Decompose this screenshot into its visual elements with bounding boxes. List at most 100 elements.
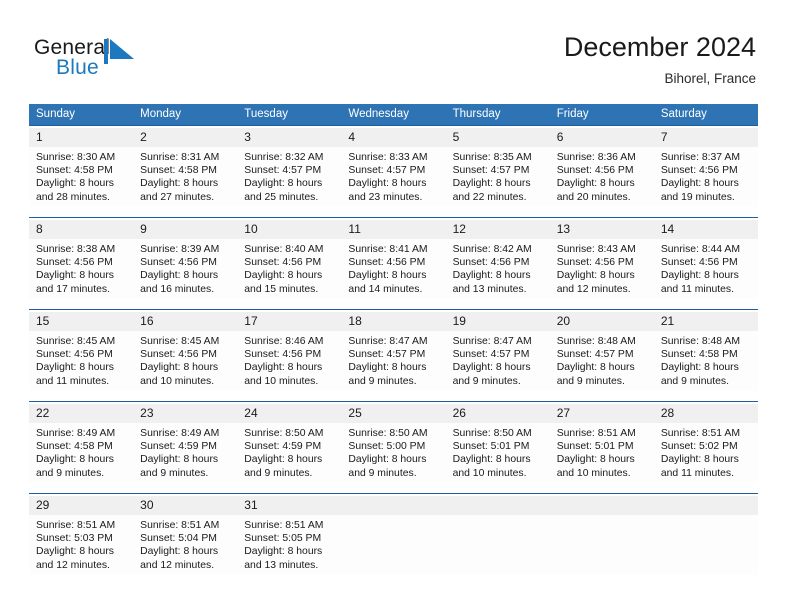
day-detail-row: Sunrise: 8:45 AM Sunset: 4:56 PM Daylight:…: [29, 330, 758, 391]
day-cell: [653, 514, 758, 575]
day-cell[interactable]: Sunrise: 8:45 AM Sunset: 4:56 PM Daylight:…: [29, 330, 134, 391]
day-cell[interactable]: Sunrise: 8:43 AM Sunset: 4:56 PM Daylight:…: [549, 238, 654, 299]
day-number[interactable]: 31: [237, 495, 342, 515]
day-daylight-line2-text: and 20 minutes.: [556, 191, 631, 203]
weekday-header-wednesday: Wednesday: [341, 104, 446, 125]
day-cell[interactable]: Sunrise: 8:40 AM Sunset: 4:56 PM Daylight:…: [237, 238, 342, 299]
day-sunrise-text: Sunrise: 8:50 AM: [348, 427, 428, 439]
day-number[interactable]: 4: [341, 127, 446, 147]
day-number[interactable]: 21: [653, 311, 758, 331]
day-sunset-text: Sunset: 4:56 PM: [140, 348, 217, 360]
day-number[interactable]: 10: [237, 219, 342, 239]
day-cell[interactable]: Sunrise: 8:47 AM Sunset: 4:57 PM Daylight:…: [445, 330, 550, 391]
day-number[interactable]: 23: [133, 403, 238, 423]
day-number[interactable]: 3: [237, 127, 342, 147]
day-number[interactable]: 15: [29, 311, 134, 331]
day-sunrise-text: Sunrise: 8:30 AM: [36, 151, 116, 163]
day-cell[interactable]: Sunrise: 8:36 AM Sunset: 4:56 PM Daylight:…: [549, 146, 654, 207]
day-number[interactable]: 16: [133, 311, 238, 331]
day-cell[interactable]: Sunrise: 8:51 AM Sunset: 5:04 PM Daylight:…: [133, 514, 238, 575]
day-number[interactable]: 14: [653, 219, 758, 239]
day-cell[interactable]: Sunrise: 8:39 AM Sunset: 4:56 PM Daylight:…: [133, 238, 238, 299]
day-daylight-line2-text: and 9 minutes.: [452, 375, 521, 387]
day-number[interactable]: 12: [445, 219, 550, 239]
day-number-row: 8 9 10 11 12 13 14: [29, 219, 758, 239]
day-cell[interactable]: Sunrise: 8:51 AM Sunset: 5:02 PM Daylight:…: [653, 422, 758, 483]
day-number[interactable]: 25: [341, 403, 446, 423]
day-number[interactable]: 13: [549, 219, 654, 239]
day-number[interactable]: 22: [29, 403, 134, 423]
day-sunset-text: Sunset: 4:58 PM: [36, 440, 113, 452]
day-cell[interactable]: Sunrise: 8:44 AM Sunset: 4:56 PM Daylight:…: [653, 238, 758, 299]
day-number[interactable]: 18: [341, 311, 446, 331]
day-cell[interactable]: Sunrise: 8:49 AM Sunset: 4:59 PM Daylight:…: [133, 422, 238, 483]
day-daylight-line1-text: Daylight: 8 hours: [348, 362, 427, 374]
day-cell[interactable]: Sunrise: 8:48 AM Sunset: 4:57 PM Daylight:…: [549, 330, 654, 391]
day-number[interactable]: 29: [29, 495, 134, 515]
day-number[interactable]: 28: [653, 403, 758, 423]
day-daylight-line1-text: Daylight: 8 hours: [244, 178, 323, 190]
day-cell[interactable]: Sunrise: 8:45 AM Sunset: 4:56 PM Daylight:…: [133, 330, 238, 391]
day-number[interactable]: 7: [653, 127, 758, 147]
day-number: [549, 495, 654, 515]
day-number[interactable]: 27: [549, 403, 654, 423]
day-daylight-line2-text: and 10 minutes.: [244, 375, 319, 387]
day-sunset-text: Sunset: 4:58 PM: [140, 164, 217, 176]
day-cell[interactable]: Sunrise: 8:30 AM Sunset: 4:58 PM Daylight:…: [29, 146, 134, 207]
day-cell[interactable]: Sunrise: 8:50 AM Sunset: 5:00 PM Daylight:…: [341, 422, 446, 483]
day-cell[interactable]: Sunrise: 8:41 AM Sunset: 4:56 PM Daylight:…: [341, 238, 446, 299]
day-cell[interactable]: Sunrise: 8:48 AM Sunset: 4:58 PM Daylight:…: [653, 330, 758, 391]
day-cell[interactable]: Sunrise: 8:38 AM Sunset: 4:56 PM Daylight:…: [29, 238, 134, 299]
day-sunrise-text: Sunrise: 8:51 AM: [140, 519, 220, 531]
day-sunset-text: Sunset: 4:56 PM: [244, 256, 322, 268]
day-sunset-text: Sunset: 4:56 PM: [36, 256, 113, 268]
day-number[interactable]: 19: [445, 311, 550, 331]
day-cell[interactable]: Sunrise: 8:51 AM Sunset: 5:05 PM Daylight:…: [237, 514, 342, 575]
day-sunrise-text: Sunrise: 8:51 AM: [244, 519, 324, 531]
day-cell[interactable]: Sunrise: 8:47 AM Sunset: 4:57 PM Daylight:…: [341, 330, 446, 391]
day-cell[interactable]: Sunrise: 8:51 AM Sunset: 5:01 PM Daylight:…: [549, 422, 654, 483]
day-daylight-line1-text: Daylight: 8 hours: [660, 270, 739, 282]
day-daylight-line1-text: Daylight: 8 hours: [140, 454, 219, 466]
day-number[interactable]: 9: [133, 219, 238, 239]
day-daylight-line1-text: Daylight: 8 hours: [36, 546, 114, 558]
day-number-row: 22 23 24 25 26 27 28: [29, 403, 758, 423]
day-sunrise-text: Sunrise: 8:48 AM: [660, 335, 740, 347]
day-sunset-text: Sunset: 4:56 PM: [660, 256, 738, 268]
day-number[interactable]: 8: [29, 219, 134, 239]
day-daylight-line2-text: and 9 minutes.: [348, 375, 417, 387]
day-cell[interactable]: Sunrise: 8:35 AM Sunset: 4:57 PM Daylight:…: [445, 146, 550, 207]
day-daylight-line1-text: Daylight: 8 hours: [140, 178, 219, 190]
brand-logo[interactable]: General Blue: [34, 36, 274, 88]
day-daylight-line1-text: Daylight: 8 hours: [556, 362, 635, 374]
day-number[interactable]: 11: [341, 219, 446, 239]
day-sunrise-text: Sunrise: 8:50 AM: [452, 427, 532, 439]
day-cell[interactable]: Sunrise: 8:46 AM Sunset: 4:56 PM Daylight:…: [237, 330, 342, 391]
day-number[interactable]: 24: [237, 403, 342, 423]
day-cell[interactable]: Sunrise: 8:33 AM Sunset: 4:57 PM Daylight:…: [341, 146, 446, 207]
day-cell[interactable]: Sunrise: 8:50 AM Sunset: 4:59 PM Daylight:…: [237, 422, 342, 483]
day-cell[interactable]: Sunrise: 8:37 AM Sunset: 4:56 PM Daylight:…: [653, 146, 758, 207]
day-sunrise-text: Sunrise: 8:41 AM: [348, 243, 428, 255]
day-sunset-text: Sunset: 5:02 PM: [660, 440, 738, 452]
day-number[interactable]: 20: [549, 311, 654, 331]
day-number[interactable]: 17: [237, 311, 342, 331]
day-cell[interactable]: Sunrise: 8:49 AM Sunset: 4:58 PM Daylight:…: [29, 422, 134, 483]
day-cell[interactable]: Sunrise: 8:51 AM Sunset: 5:03 PM Daylight:…: [29, 514, 134, 575]
day-number: [653, 495, 758, 515]
day-daylight-line1-text: Daylight: 8 hours: [36, 178, 114, 190]
day-number[interactable]: 1: [29, 127, 134, 147]
day-daylight-line1-text: Daylight: 8 hours: [660, 178, 739, 190]
day-number[interactable]: 30: [133, 495, 238, 515]
day-cell: [341, 514, 446, 575]
day-cell[interactable]: Sunrise: 8:50 AM Sunset: 5:01 PM Daylight:…: [445, 422, 550, 483]
day-number[interactable]: 2: [133, 127, 238, 147]
day-cell[interactable]: Sunrise: 8:42 AM Sunset: 4:56 PM Daylight:…: [445, 238, 550, 299]
day-number[interactable]: 6: [549, 127, 654, 147]
day-number[interactable]: 26: [445, 403, 550, 423]
day-number[interactable]: 5: [445, 127, 550, 147]
day-daylight-line2-text: and 16 minutes.: [140, 283, 215, 295]
day-number-row: 1234567: [29, 127, 758, 147]
day-cell[interactable]: Sunrise: 8:31 AM Sunset: 4:58 PM Daylight:…: [133, 146, 238, 207]
day-cell[interactable]: Sunrise: 8:32 AM Sunset: 4:57 PM Daylight:…: [237, 146, 342, 207]
